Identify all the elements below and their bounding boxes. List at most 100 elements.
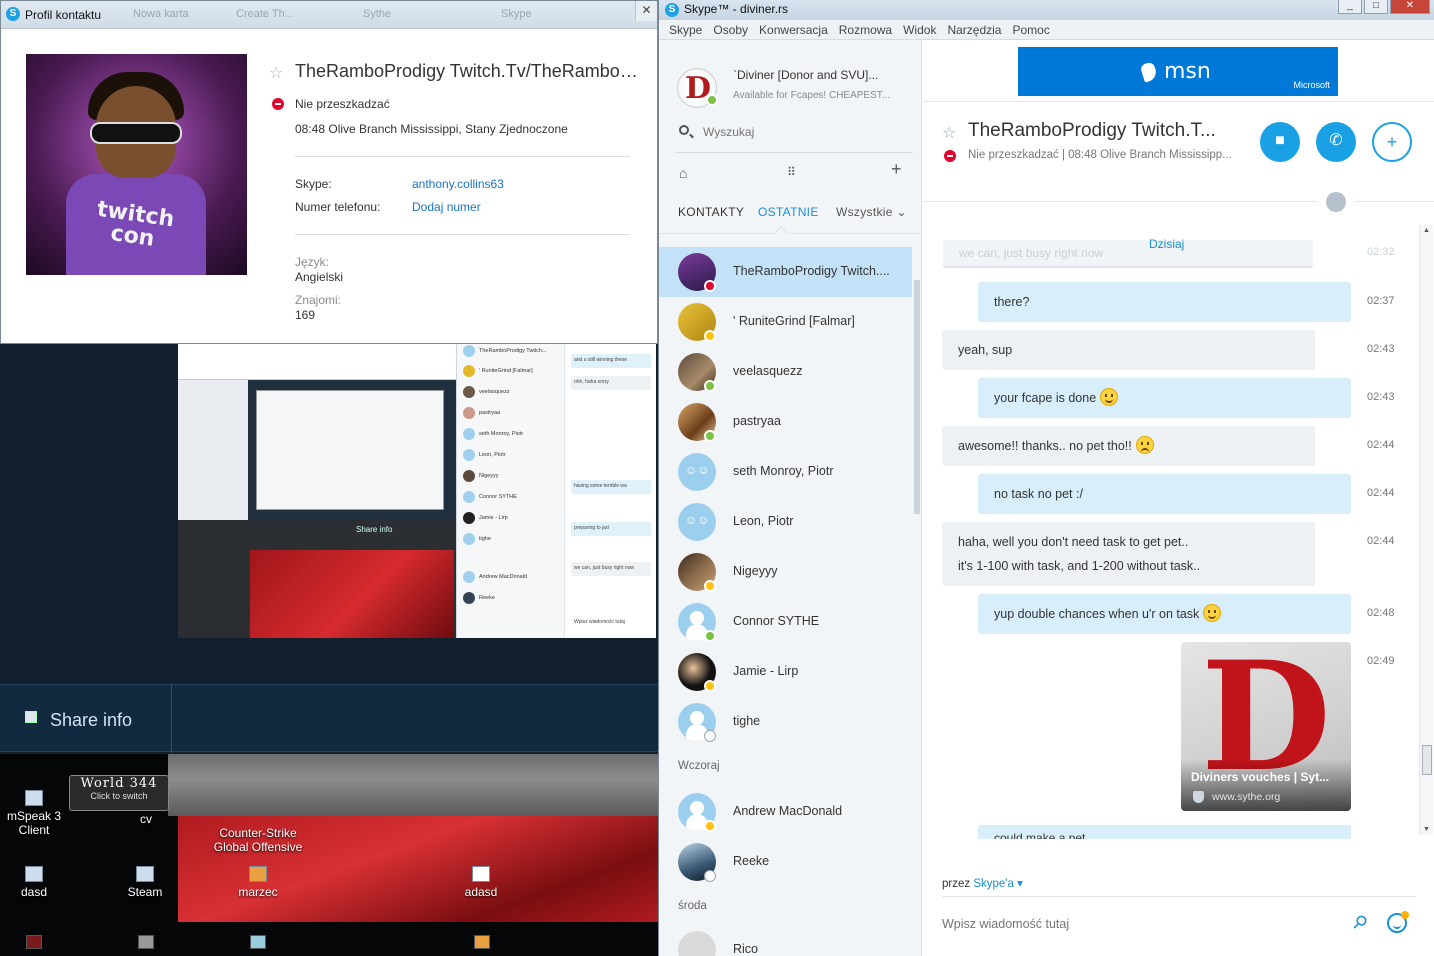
online-status-icon bbox=[706, 94, 718, 106]
via-link[interactable]: Skype'a bbox=[973, 878, 1014, 890]
contact-name: veelasquezz bbox=[733, 364, 803, 378]
msn-butterfly-icon bbox=[1139, 61, 1159, 83]
video-call-button[interactable]: ■ bbox=[1260, 122, 1300, 162]
msn-ad-banner[interactable]: msn Microsoft bbox=[1018, 47, 1338, 96]
divider bbox=[295, 234, 630, 235]
send-via-selector[interactable]: przez Skype'a ▾ bbox=[942, 876, 1023, 890]
message-compose-input[interactable] bbox=[942, 914, 1322, 934]
menu-pomoc[interactable]: Pomoc bbox=[1008, 20, 1056, 39]
link-preview-card[interactable]: D Diviners vouches | Syt... www.sythe.or… bbox=[1181, 642, 1351, 811]
add-people-button[interactable]: + bbox=[1372, 122, 1412, 162]
menu-rozmowa[interactable]: Rozmowa bbox=[835, 20, 899, 39]
menu-skype[interactable]: Skype bbox=[665, 20, 709, 39]
scroll-down-icon[interactable]: ▼ bbox=[1423, 826, 1430, 833]
share-info-bar[interactable]: Share info bbox=[0, 684, 658, 753]
contact-row[interactable]: Jamie - Lirp bbox=[659, 647, 912, 697]
thumbnail-profile-window bbox=[178, 340, 456, 380]
desktop-icon-marzec[interactable]: marzec bbox=[218, 866, 298, 899]
message-text: awesome!! thanks.. no pet tho!! bbox=[958, 439, 1132, 453]
scroll-up-icon[interactable]: ▲ bbox=[1423, 227, 1430, 234]
message-bubble-outgoing[interactable]: no task no pet :/ bbox=[978, 474, 1351, 514]
message-bubble-outgoing[interactable]: could make a pet bbox=[978, 825, 1351, 839]
taskbar-steam-icon[interactable] bbox=[138, 935, 154, 949]
contact-row[interactable]: tighe bbox=[659, 697, 912, 747]
menu-osoby[interactable]: Osoby bbox=[709, 20, 755, 39]
conversation-pane: msn Microsoft ☆ TheRamboProdigy Twitch.T… bbox=[923, 40, 1434, 956]
conversation-title[interactable]: TheRamboProdigy Twitch.T... bbox=[968, 120, 1238, 142]
search-input[interactable] bbox=[703, 122, 903, 142]
my-display-name[interactable]: `Diviner [Donor and SVU]... bbox=[733, 68, 913, 82]
my-mood-message[interactable]: Available for Fcapes! CHEAPEST... bbox=[733, 90, 913, 101]
thumbnail-message: and u still winning these bbox=[571, 354, 651, 368]
skype-titlebar[interactable]: S Skype™ - diviner.rs _ □ ✕ bbox=[659, 0, 1434, 20]
favorite-star-icon[interactable]: ☆ bbox=[942, 123, 956, 143]
video-camera-icon: ■ bbox=[1275, 132, 1285, 149]
desktop-icon-dasd[interactable]: dasd bbox=[0, 866, 74, 899]
contact-row[interactable]: ' RuniteGrind [Falmar] bbox=[659, 297, 912, 347]
contact-row[interactable]: Nigeyyy bbox=[659, 547, 912, 597]
contact-row[interactable]: TheRamboProdigy Twitch.... bbox=[659, 247, 912, 297]
plus-icon[interactable]: + bbox=[891, 159, 902, 180]
desktop-icon-csgo[interactable]: Counter-Strike Global Offensive bbox=[198, 812, 318, 854]
desktop-icon-cv[interactable]: cv bbox=[106, 812, 186, 826]
home-icon[interactable]: ⌂ bbox=[679, 165, 687, 181]
menu-widok[interactable]: Widok bbox=[899, 20, 943, 39]
list-item: veelasquezz bbox=[463, 383, 510, 401]
desktop-icon-adasd[interactable]: adasd bbox=[441, 866, 521, 899]
taskbar-image-icon[interactable] bbox=[250, 935, 266, 949]
tab-contacts[interactable]: KONTAKTY bbox=[678, 205, 744, 219]
skype-label: Skype: bbox=[295, 177, 332, 191]
shield-icon bbox=[1193, 791, 1204, 803]
taskbar-app-icon[interactable] bbox=[26, 935, 42, 949]
close-icon[interactable]: ✕ bbox=[1390, 0, 1430, 14]
contact-row[interactable]: seth Monroy, Piotr bbox=[659, 447, 912, 497]
minimize-icon[interactable]: _ bbox=[1338, 0, 1362, 14]
contacts-scrollbar[interactable] bbox=[914, 280, 920, 514]
add-phone-link[interactable]: Dodaj numer bbox=[412, 200, 481, 214]
sad-emoticon-icon bbox=[1135, 436, 1154, 454]
filter-dropdown[interactable]: Wszystkie ⌄ bbox=[836, 205, 907, 219]
message-bubble-outgoing[interactable]: yup double chances when u'r on task bbox=[978, 594, 1351, 634]
close-icon[interactable]: ✕ bbox=[635, 1, 657, 21]
favorite-star-icon[interactable]: ☆ bbox=[269, 63, 283, 83]
profile-status: Nie przeszkadzać bbox=[295, 97, 390, 111]
voice-call-button[interactable]: ✆ bbox=[1316, 122, 1356, 162]
conversation-scrollbar[interactable]: ▲ ▼ bbox=[1419, 225, 1433, 835]
profile-titlebar[interactable]: S Profil kontaktu Nowa karta Create Th..… bbox=[1, 1, 657, 29]
contact-row[interactable]: veelasquezz bbox=[659, 347, 912, 397]
window-title: Profil kontaktu bbox=[25, 8, 102, 22]
message-bubble-outgoing[interactable]: there? bbox=[978, 282, 1351, 322]
list-item: Reeke bbox=[463, 589, 495, 607]
menu-konwersacja[interactable]: Konwersacja bbox=[755, 20, 835, 39]
world-badge-subtitle: Click to switch bbox=[90, 791, 148, 801]
contact-row[interactable]: Reeke bbox=[659, 837, 912, 887]
message-bubble-incoming[interactable]: awesome!! thanks.. no pet tho!! bbox=[942, 426, 1315, 466]
message-bubble-outgoing[interactable]: your fcape is done bbox=[978, 378, 1351, 418]
globe-icon[interactable] bbox=[1326, 192, 1346, 212]
contact-row[interactable]: Connor SYTHE bbox=[659, 597, 912, 647]
attachment-paperclip-icon[interactable]: ⚲ bbox=[1348, 910, 1371, 934]
tab-recent[interactable]: OSTATNIE bbox=[758, 205, 819, 219]
dialpad-icon[interactable]: ⠿ bbox=[787, 165, 796, 179]
taskbar-archive-icon[interactable] bbox=[474, 935, 490, 949]
message-bubble-incoming[interactable]: yeah, sup bbox=[942, 330, 1315, 370]
scrollbar-thumb[interactable] bbox=[1422, 745, 1432, 775]
message-time: 02:32 bbox=[1367, 246, 1395, 258]
steam-icon bbox=[136, 866, 154, 882]
menu-narzedzia[interactable]: Narzędzia bbox=[943, 20, 1008, 39]
desktop-icon-teamspeak[interactable]: mSpeak 3 Client bbox=[0, 790, 74, 837]
maximize-icon[interactable]: □ bbox=[1364, 0, 1388, 14]
emoticon-picker-icon[interactable] bbox=[1387, 911, 1409, 933]
divider bbox=[675, 152, 913, 153]
contact-row[interactable]: Rico bbox=[659, 925, 912, 956]
world-switch-badge[interactable]: World 344 Click to switch bbox=[69, 775, 169, 811]
message-bubble-incoming[interactable]: haha, well you don't need task to get pe… bbox=[942, 522, 1315, 586]
contact-row[interactable]: Leon, Piotr bbox=[659, 497, 912, 547]
day-header: Wczoraj bbox=[678, 760, 720, 772]
skype-id-link[interactable]: anthony.collins63 bbox=[412, 177, 504, 191]
share-info-checkbox[interactable] bbox=[25, 711, 37, 723]
avatar bbox=[678, 931, 716, 956]
contact-row[interactable]: Andrew MacDonald bbox=[659, 787, 912, 837]
desktop-icon-steam[interactable]: Steam bbox=[105, 866, 185, 899]
contact-row[interactable]: pastryaa bbox=[659, 397, 912, 447]
